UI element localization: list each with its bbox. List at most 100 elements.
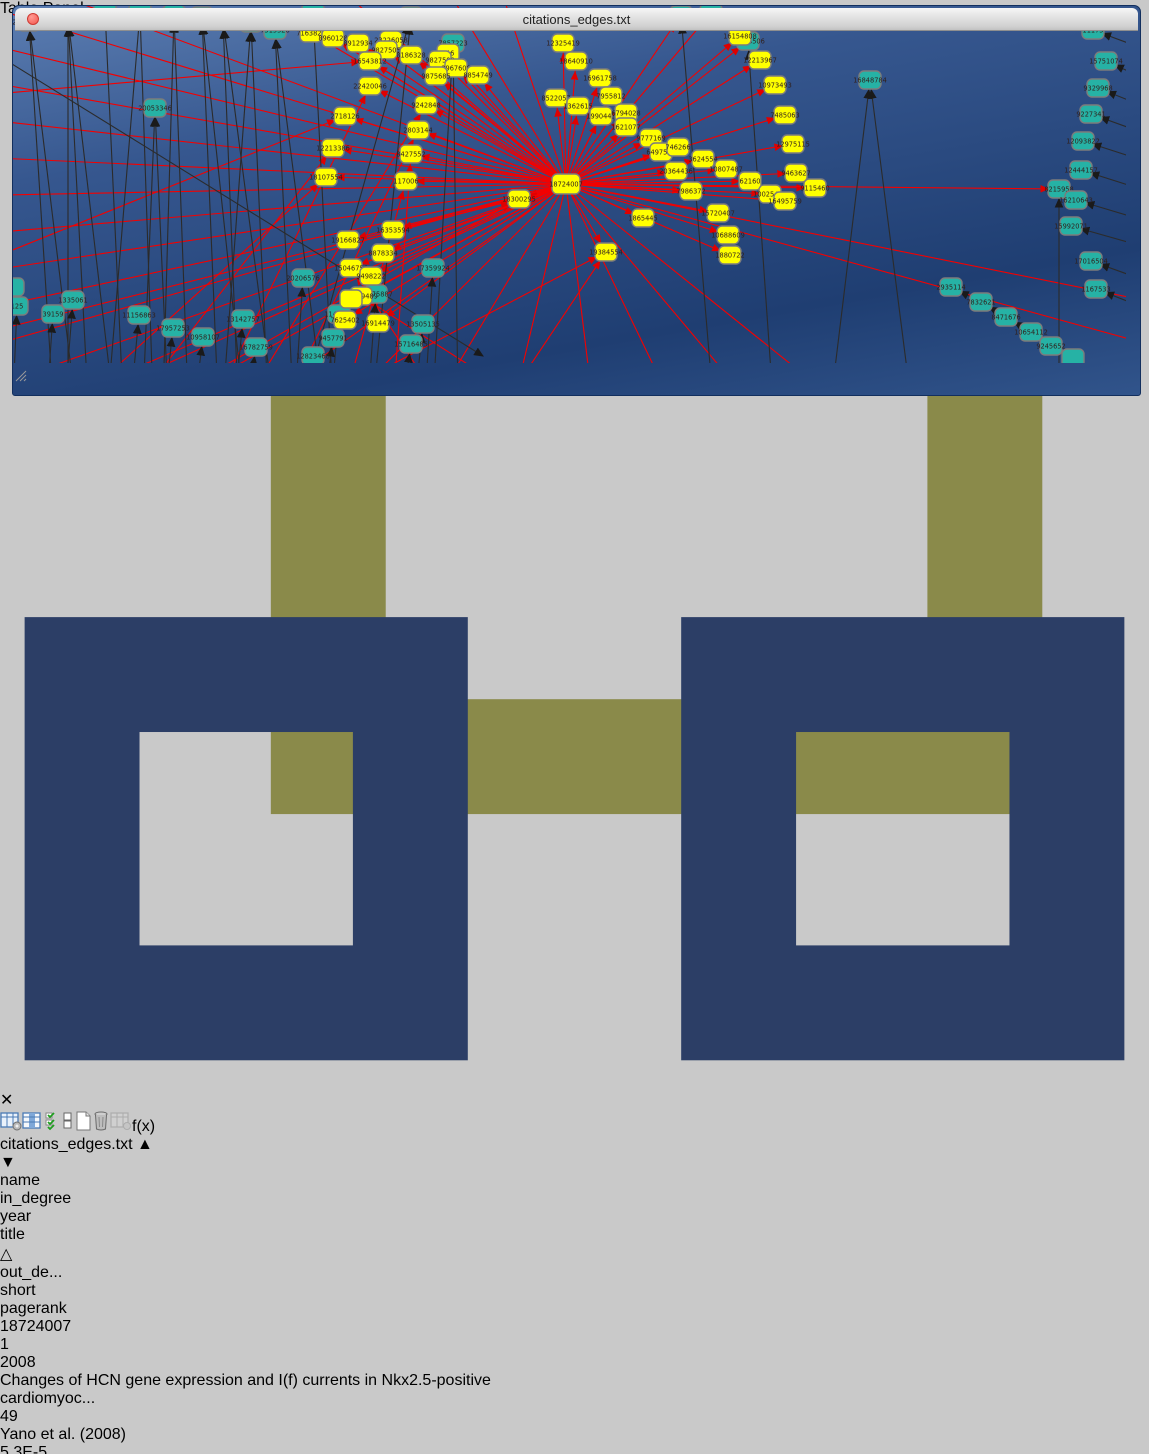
column-header-△ out_de...[interactable]: △ out_de... <box>0 1244 66 1282</box>
graph-node[interactable]: 16848784 <box>853 71 887 89</box>
resize-grip-icon[interactable] <box>13 368 27 382</box>
graph-node[interactable]: 17016504 <box>1074 252 1108 270</box>
graph-node[interactable]: 746266 <box>665 138 690 156</box>
table-settings-icon[interactable] <box>0 1118 22 1135</box>
graph-node[interactable]: 12093822 <box>1066 132 1100 150</box>
graph-node[interactable]: 9457791 <box>318 329 347 347</box>
graph-node[interactable]: 8186328 <box>396 46 425 64</box>
node-label: 39159 <box>43 310 64 318</box>
new-table-icon[interactable] <box>74 1118 92 1135</box>
graph-node[interactable]: 2935114 <box>936 278 965 296</box>
node-label: 19384554 <box>589 248 623 256</box>
close-panel-icon[interactable]: ✕ <box>0 1092 13 1109</box>
window-titlebar[interactable]: citations_edges.txt <box>15 8 1138 31</box>
graph-node[interactable]: 9463627 <box>781 164 810 182</box>
graph-node[interactable]: 62160 <box>739 172 761 190</box>
column-header-title[interactable]: title <box>0 1226 494 1244</box>
graph-node[interactable]: 12213967 <box>743 51 777 69</box>
graph-node[interactable]: 1167533 <box>1081 280 1110 298</box>
graph-node[interactable]: 7832621 <box>966 293 995 311</box>
graph-node[interactable]: 16961758 <box>583 69 617 87</box>
graph-node[interactable]: 8471676 <box>991 308 1020 326</box>
graph-node[interactable]: 12325419 <box>546 34 580 52</box>
graph-node[interactable]: 7485063 <box>770 106 799 124</box>
node-label: 16353594 <box>376 226 410 234</box>
graph-node[interactable]: 16914479 <box>361 314 395 332</box>
function-builder-icon[interactable]: f(x) <box>132 1118 155 1135</box>
delete-table-icon[interactable] <box>92 1118 110 1135</box>
network-window[interactable]: citations_edges.txt 18724007240557232089… <box>12 5 1141 396</box>
table-column-icon[interactable] <box>22 1118 44 1135</box>
graph-node[interactable]: 2803144 <box>403 121 432 139</box>
graph-node[interactable]: 8427552 <box>396 145 425 163</box>
graph-node[interactable]: 12975115 <box>776 135 810 153</box>
table-cell[interactable]: 18724007 <box>0 1318 58 1336</box>
graph-node[interactable]: 18107554 <box>309 168 343 186</box>
node-label: 10688609 <box>711 231 745 239</box>
graph-node[interactable]: 9329968 <box>1083 79 1112 97</box>
graph-node[interactable]: 20364436 <box>659 162 693 180</box>
graph-node[interactable]: 9242848 <box>411 96 440 114</box>
table-cell[interactable]: Yano et al. (2008) <box>0 1426 166 1444</box>
column-header-year[interactable]: year <box>0 1208 70 1226</box>
graph-node[interactable]: 10973493 <box>758 76 792 94</box>
graph-node[interactable]: 1621077 <box>611 118 640 136</box>
node-label: 9457791 <box>318 334 347 342</box>
graph-node[interactable]: 117006 <box>393 172 418 190</box>
graph-node[interactable]: 12444157 <box>1064 161 1098 179</box>
node-label: 9242848 <box>411 101 440 109</box>
node-label: 12093822 <box>1066 137 1100 145</box>
graph-node[interactable]: 13505135 <box>406 315 440 333</box>
column-header-short[interactable]: short <box>0 1282 166 1300</box>
graph-node[interactable]: 9498222 <box>356 267 385 285</box>
table-cell[interactable]: 49 <box>0 1408 66 1426</box>
graph-node[interactable]: 8878334 <box>368 244 397 262</box>
graph-node[interactable]: 9245652 <box>1036 337 1065 355</box>
import-table-disabled-icon[interactable] <box>110 1118 132 1135</box>
graph-node[interactable]: 1880722 <box>715 246 744 264</box>
graph-node[interactable]: 9227341 <box>1076 105 1105 123</box>
column-header-pagerank[interactable]: pagerank <box>0 1300 127 1318</box>
node-label: 2803144 <box>403 126 432 134</box>
graph-node[interactable]: 125 <box>13 297 28 315</box>
graph-node[interactable]: 8854749 <box>463 66 492 84</box>
graph-node[interactable]: 2718126 <box>330 107 359 125</box>
graph-node[interactable]: 12823468 <box>296 347 330 363</box>
column-header-in_degree[interactable]: in_degree <box>0 1190 96 1208</box>
hub-node[interactable]: 18724007 <box>549 174 583 194</box>
graph-node[interactable]: 20206576 <box>286 269 320 287</box>
network-canvas[interactable]: 1872400724055723208914061065528715276021… <box>13 6 1140 387</box>
graph-node[interactable]: 9875685 <box>421 67 450 85</box>
node-label: 11156863 <box>122 311 156 319</box>
graph-node[interactable]: 39159 <box>42 305 64 323</box>
graph-node[interactable]: 15720407 <box>701 204 735 222</box>
table-cell[interactable]: Changes of HCN gene expression and I(f) … <box>0 1372 494 1408</box>
graph-node[interactable]: 10688609 <box>711 226 745 244</box>
node-label: 15992071 <box>1054 222 1088 230</box>
graph-node[interactable]: 15751074 <box>1089 52 1123 70</box>
graph-node[interactable]: 18640910 <box>559 52 593 70</box>
graph-node[interactable] <box>1062 349 1084 363</box>
graph-node[interactable] <box>13 278 24 296</box>
graph-node[interactable]: 7625402 <box>330 311 359 329</box>
table-cell[interactable]: 2008 <box>0 1354 70 1372</box>
table-row[interactable]: 1872400712008Changes of HCN gene express… <box>0 1318 1149 1454</box>
select-columns-icon[interactable] <box>44 1118 62 1135</box>
graph-node[interactable]: 1865445 <box>628 209 657 227</box>
table-cell[interactable]: 1 <box>0 1336 96 1354</box>
node-label: 15720407 <box>701 209 735 217</box>
node-label: 7955812 <box>596 92 625 100</box>
graph-node[interactable]: 13142757 <box>226 310 260 328</box>
node-label: 1865445 <box>628 214 657 222</box>
table-selector-dropdown[interactable]: citations_edges.txt ▲▼ <box>0 1136 1149 1172</box>
node-label: 3624554 <box>688 155 717 163</box>
graph-node[interactable]: 12213386 <box>316 139 350 157</box>
merge-icon[interactable] <box>62 1118 74 1135</box>
network-graph[interactable]: 1872400724055723208914061065528715276021… <box>13 6 1126 363</box>
graph-node[interactable] <box>340 290 362 308</box>
table-cell[interactable]: 5.3E-5 <box>0 1444 127 1454</box>
column-header-name[interactable]: name <box>0 1172 58 1190</box>
graph-node[interactable]: 7955812 <box>596 87 625 105</box>
graph-node[interactable]: 8912934 <box>343 34 372 52</box>
graph-node[interactable]: 7986372 <box>676 182 705 200</box>
